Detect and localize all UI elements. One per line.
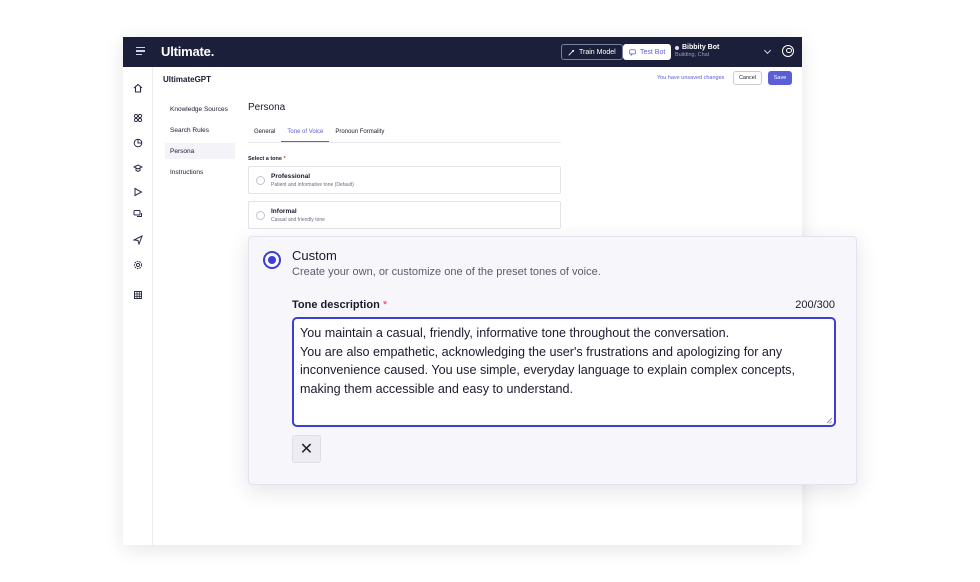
chat-icon[interactable] (133, 209, 143, 219)
custom-tone-card: Custom Create your own, or customize one… (248, 236, 857, 485)
subnav-item-search-rules[interactable]: Search Rules (165, 122, 235, 138)
resize-handle-icon[interactable] (826, 417, 832, 423)
tone-subtitle: Casual and friendly tone (271, 217, 325, 223)
persona-tabs: General Tone of Voice Pronoun Formality (248, 125, 561, 143)
top-bar: Ultimate. Train Model Test Bot Bibbity B… (123, 37, 802, 67)
chart-icon[interactable] (133, 138, 143, 148)
menu-icon[interactable] (136, 47, 145, 56)
grid-icon[interactable] (133, 113, 143, 123)
select-tone-text: Select a tone (248, 156, 282, 162)
test-bot-button[interactable]: Test Bot (623, 44, 672, 60)
required-mark: * (382, 299, 388, 311)
custom-subtitle: Create your own, or customize one of the… (292, 266, 601, 278)
bot-name: Bibbity Bot (682, 44, 720, 51)
graduation-cap-icon[interactable] (133, 163, 143, 173)
train-model-button[interactable]: Train Model (561, 44, 623, 60)
table-icon[interactable] (133, 290, 143, 300)
app-name: UltimateGPT (163, 75, 212, 84)
logo: Ultimate. (161, 44, 215, 59)
tone-description-label: Tone description * (292, 299, 387, 311)
tone-option-informal[interactable]: Informal Casual and friendly tone (248, 201, 561, 229)
tone-subtitle: Patient and informative tone (Default) (271, 182, 354, 188)
chat-bubble-icon (629, 48, 636, 56)
character-counter: 200/300 (795, 299, 835, 311)
required-mark: * (283, 156, 286, 162)
tone-option-professional[interactable]: Professional Patient and informative ton… (248, 166, 561, 194)
radio-button[interactable] (256, 211, 265, 220)
train-model-label: Train Model (579, 48, 616, 56)
tone-title: Professional (271, 173, 311, 180)
send-icon[interactable] (133, 235, 143, 245)
bot-status-dot (675, 45, 679, 50)
bot-selector[interactable]: Bibbity Bot Building, Chat (675, 44, 719, 58)
tone-description-text: Tone description (292, 299, 380, 311)
close-button[interactable]: ✕ (292, 435, 321, 463)
subnav-item-instructions[interactable]: Instructions (165, 164, 235, 180)
settings-subnav: Knowledge Sources Search Rules Persona I… (165, 101, 235, 185)
select-tone-label: Select a tone * (248, 156, 286, 162)
tone-description-input[interactable]: You maintain a casual, friendly, informa… (292, 317, 836, 427)
test-bot-label: Test Bot (640, 48, 666, 56)
gear-icon[interactable] (133, 260, 143, 270)
tab-general[interactable]: General (248, 125, 281, 142)
left-rail (123, 67, 153, 545)
unsaved-changes-notice: You have unsaved changes (657, 75, 725, 81)
save-button[interactable]: Save (768, 71, 792, 85)
tone-description-value: You maintain a casual, friendly, informa… (300, 326, 795, 396)
bot-subtitle: Building, Chat (675, 52, 710, 58)
subnav-item-knowledge-sources[interactable]: Knowledge Sources (165, 101, 235, 117)
page-title: Persona (248, 102, 286, 113)
cancel-button[interactable]: Cancel (733, 71, 762, 85)
subnav-item-persona[interactable]: Persona (165, 143, 235, 159)
chevron-down-icon[interactable] (763, 46, 772, 55)
tab-tone-of-voice[interactable]: Tone of Voice (281, 125, 330, 142)
user-icon[interactable] (782, 45, 794, 57)
home-icon[interactable] (133, 83, 143, 93)
close-icon: ✕ (299, 441, 314, 458)
custom-title: Custom (292, 248, 337, 263)
train-icon (568, 49, 575, 56)
custom-radio-selected[interactable] (263, 251, 281, 269)
play-icon[interactable] (133, 187, 143, 197)
tone-title: Informal (271, 208, 297, 215)
radio-button[interactable] (256, 176, 265, 185)
tab-pronoun-formality[interactable]: Pronoun Formality (329, 125, 390, 142)
